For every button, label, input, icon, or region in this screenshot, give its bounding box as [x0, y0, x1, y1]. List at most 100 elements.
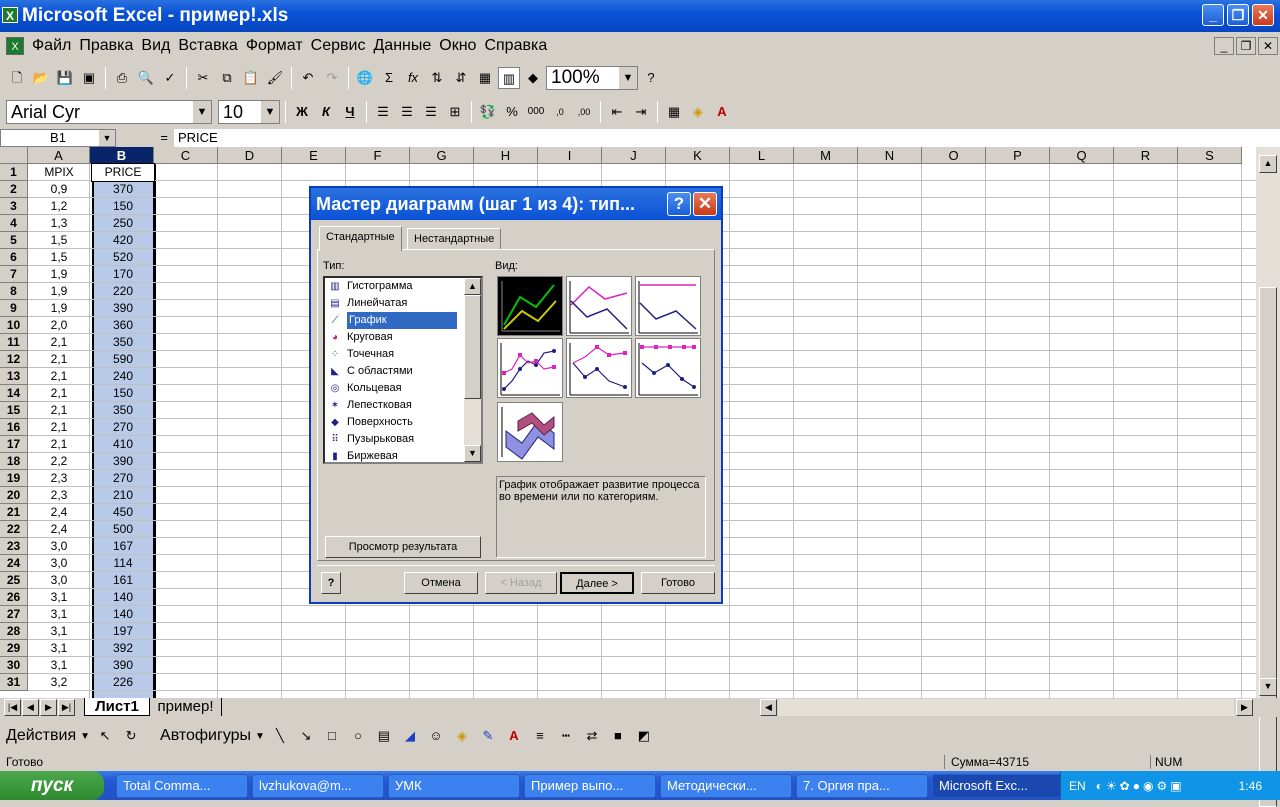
italic-icon[interactable]: К: [315, 101, 337, 123]
cancel-button[interactable]: Отмена: [404, 572, 478, 594]
doc-minimize-button[interactable]: _: [1214, 37, 1234, 55]
cell-b[interactable]: 197: [92, 623, 154, 640]
row-header[interactable]: 5: [0, 232, 28, 249]
row-header[interactable]: 31: [0, 674, 28, 691]
column-header-b[interactable]: B: [90, 147, 154, 164]
oval-icon[interactable]: ○: [347, 725, 369, 747]
cell-b[interactable]: 520: [92, 249, 154, 266]
chart-type-list[interactable]: ▥ Гистограмма ▤ Линейчатая ⟋ График ◕ Круговая ⁘…: [323, 276, 483, 464]
scroll-down-button[interactable]: ▼: [1259, 678, 1277, 696]
increase-decimal-icon[interactable]: ,0: [549, 101, 571, 123]
align-center-icon[interactable]: ☰: [396, 101, 418, 123]
horizontal-scrollbar[interactable]: [778, 699, 1234, 716]
menu-tools[interactable]: Сервис: [307, 37, 370, 55]
cell-b[interactable]: 450: [92, 504, 154, 521]
hyperlink-icon[interactable]: 🌐: [354, 67, 376, 89]
chevron-down-icon[interactable]: ▼: [261, 101, 279, 123]
3d-icon[interactable]: ◩: [633, 725, 655, 747]
cell-a[interactable]: 0,9: [28, 181, 90, 198]
line-color-icon[interactable]: ✎: [477, 725, 499, 747]
autosum-icon[interactable]: Σ: [378, 67, 400, 89]
sheet-tab[interactable]: пример!: [150, 698, 222, 716]
textbox-icon[interactable]: ▤: [373, 725, 395, 747]
subtype-line-stacked-markers[interactable]: [566, 338, 632, 398]
office-assistant-icon[interactable]: ?: [321, 572, 341, 594]
map-icon[interactable]: ▦: [474, 67, 496, 89]
cell-b[interactable]: 410: [92, 436, 154, 453]
column-header-p[interactable]: P: [986, 147, 1050, 164]
row-header[interactable]: 23: [0, 538, 28, 555]
scroll-thumb[interactable]: [464, 295, 481, 399]
arrow-style-icon[interactable]: ⇄: [581, 725, 603, 747]
help-icon[interactable]: ?: [667, 192, 691, 216]
cell-b[interactable]: 220: [92, 283, 154, 300]
cell-b[interactable]: 390: [92, 300, 154, 317]
cell-b[interactable]: 370: [92, 181, 154, 198]
tab-custom[interactable]: Нестандартные: [407, 228, 502, 250]
copy-icon[interactable]: ⧉: [216, 67, 238, 89]
cell-a[interactable]: 2,4: [28, 521, 90, 538]
row-header[interactable]: 24: [0, 555, 28, 572]
cell-a[interactable]: 2,3: [28, 487, 90, 504]
back-button[interactable]: < Назад: [485, 572, 557, 594]
column-header-m[interactable]: M: [794, 147, 858, 164]
shadow-icon[interactable]: ■: [607, 725, 629, 747]
task-folder[interactable]: УМК: [388, 773, 520, 798]
column-header-o[interactable]: O: [922, 147, 986, 164]
list-scrollbar[interactable]: ▲ ▼: [464, 278, 481, 462]
scroll-up-button[interactable]: ▲: [464, 278, 481, 295]
row-header[interactable]: 11: [0, 334, 28, 351]
menu-data[interactable]: Данные: [369, 37, 435, 55]
preview-button[interactable]: Просмотр результата: [325, 536, 481, 558]
next-sheet-button[interactable]: ▶: [40, 699, 57, 716]
cell-a[interactable]: 2,4: [28, 504, 90, 521]
column-header-h[interactable]: H: [474, 147, 538, 164]
subtype-line-markers[interactable]: [497, 338, 563, 398]
chart-type-item[interactable]: ◣ С областями: [325, 363, 481, 380]
sheet-tab-active[interactable]: Лист1: [84, 698, 150, 716]
task-doc[interactable]: 7. Оргия пра...: [796, 773, 928, 798]
row-header[interactable]: 8: [0, 283, 28, 300]
column-header-j[interactable]: J: [602, 147, 666, 164]
fill-color-icon[interactable]: ◈: [451, 725, 473, 747]
row-header[interactable]: 1: [0, 164, 28, 181]
column-header-q[interactable]: Q: [1050, 147, 1114, 164]
chart-type-item[interactable]: ✶ Лепестковая: [325, 397, 481, 414]
undo-icon[interactable]: ↶: [297, 67, 319, 89]
scroll-down-button[interactable]: ▼: [464, 445, 481, 462]
chevron-down-icon[interactable]: ▼: [619, 67, 637, 89]
cell-b[interactable]: 240: [92, 368, 154, 385]
redo-icon[interactable]: ↷: [321, 67, 343, 89]
language-indicator[interactable]: EN: [1069, 779, 1086, 793]
paste-icon[interactable]: 📋: [240, 67, 262, 89]
print-icon[interactable]: ⎙: [111, 67, 133, 89]
column-header-f[interactable]: F: [346, 147, 410, 164]
open-icon[interactable]: 📂: [30, 67, 52, 89]
arrow-icon[interactable]: ↘: [295, 725, 317, 747]
cell-a[interactable]: 3,1: [28, 640, 90, 657]
merge-center-icon[interactable]: ⊞: [444, 101, 466, 123]
cell-b[interactable]: 114: [92, 555, 154, 572]
menu-file[interactable]: Файл: [28, 37, 75, 55]
select-all-corner[interactable]: [0, 147, 28, 164]
menu-insert[interactable]: Вставка: [174, 37, 241, 55]
column-header-i[interactable]: I: [538, 147, 602, 164]
cell-b[interactable]: 140: [92, 606, 154, 623]
row-header[interactable]: 6: [0, 249, 28, 266]
chart-wizard-icon[interactable]: ▥: [498, 67, 520, 89]
select-objects-icon[interactable]: ↖: [94, 725, 116, 747]
task-browser[interactable]: lvzhukova@m...: [252, 773, 384, 798]
drawing-icon[interactable]: ◆: [522, 67, 544, 89]
task-excel[interactable]: Microsoft Exc...: [932, 773, 1064, 798]
format-painter-icon[interactable]: 🖌: [264, 67, 286, 89]
font-color-icon[interactable]: A: [711, 101, 733, 123]
spelling-icon[interactable]: ✓: [159, 67, 181, 89]
help-icon[interactable]: ?: [640, 67, 662, 89]
minimize-button[interactable]: _: [1202, 4, 1224, 26]
dash-style-icon[interactable]: ┅: [555, 725, 577, 747]
cell-a[interactable]: 3,1: [28, 606, 90, 623]
column-header-a[interactable]: A: [28, 147, 90, 164]
cell-a[interactable]: 3,0: [28, 572, 90, 589]
chart-type-item[interactable]: ◎ Кольцевая: [325, 380, 481, 397]
subtype-line-stacked[interactable]: [566, 276, 632, 336]
